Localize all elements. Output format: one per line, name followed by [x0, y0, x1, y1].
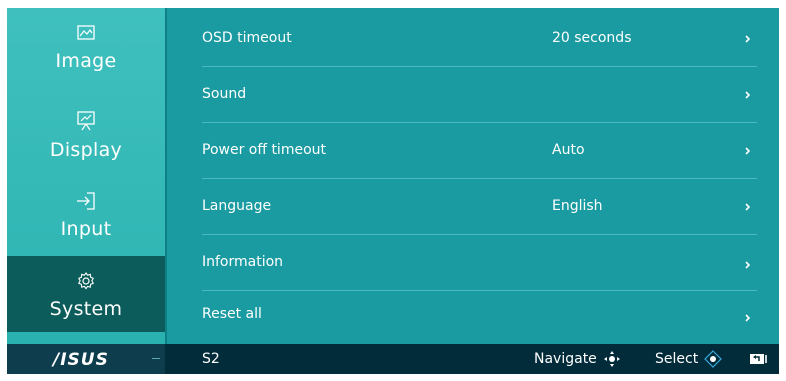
separator-dash: [152, 358, 160, 359]
display-icon: [77, 111, 95, 131]
brand-area: /ISUS: [7, 344, 165, 374]
sidebar-item-label: Input: [60, 218, 112, 240]
navigate-hint: Navigate: [534, 351, 597, 367]
sidebar-item-display[interactable]: Display: [7, 100, 165, 178]
select-hint: Select: [655, 351, 699, 367]
setting-label: Reset all: [202, 306, 262, 322]
navigate-joystick-icon: [604, 351, 620, 367]
chevron-right-icon: [745, 91, 751, 99]
chevron-right-icon: [745, 147, 751, 155]
image-icon: [77, 25, 95, 40]
setting-value: English: [552, 198, 603, 214]
sidebar-item-input[interactable]: Input: [7, 178, 165, 256]
setting-label: OSD timeout: [202, 30, 292, 46]
setting-row-sound[interactable]: Sound: [167, 66, 779, 123]
input-icon: [77, 192, 95, 210]
setting-row-power-off-timeout[interactable]: Power off timeout Auto: [167, 122, 779, 179]
sidebar-item-system[interactable]: System: [7, 256, 165, 334]
chevron-right-icon: [745, 314, 751, 322]
sidebar-item-label: Image: [55, 50, 117, 72]
chevron-right-icon: [745, 203, 751, 211]
setting-label: Sound: [202, 86, 247, 102]
sidebar-bottom-strip: [7, 332, 165, 344]
setting-label: Language: [202, 198, 272, 214]
setting-row-language[interactable]: Language English: [167, 178, 779, 235]
setting-row-osd-timeout[interactable]: OSD timeout 20 seconds: [167, 10, 779, 67]
model-name: S2: [202, 351, 220, 367]
setting-row-reset-all[interactable]: Reset all: [167, 286, 779, 343]
sidebar-item-label: Display: [49, 139, 123, 161]
setting-label: Information: [202, 254, 284, 270]
osd-menu: Image Display Input System OSD timeout 2…: [7, 8, 779, 374]
sidebar: Image Display Input System: [7, 8, 165, 374]
asus-logo: /ISUS: [53, 350, 109, 370]
chevron-right-icon: [745, 35, 751, 43]
setting-value: 20 seconds: [552, 30, 632, 46]
setting-label: Power off timeout: [202, 142, 326, 158]
system-gear-icon: [78, 272, 94, 290]
exit-key-icon: [750, 354, 767, 364]
sidebar-item-image[interactable]: Image: [7, 8, 165, 86]
setting-value: Auto: [552, 142, 585, 158]
status-bar: /ISUS S2 Navigate Select: [7, 344, 779, 374]
settings-panel: OSD timeout 20 seconds Sound Power off t…: [167, 8, 779, 344]
chevron-right-icon: [745, 261, 751, 269]
sidebar-item-label: System: [49, 298, 123, 320]
select-joystick-icon: [704, 350, 722, 368]
setting-row-information[interactable]: Information: [167, 234, 779, 291]
